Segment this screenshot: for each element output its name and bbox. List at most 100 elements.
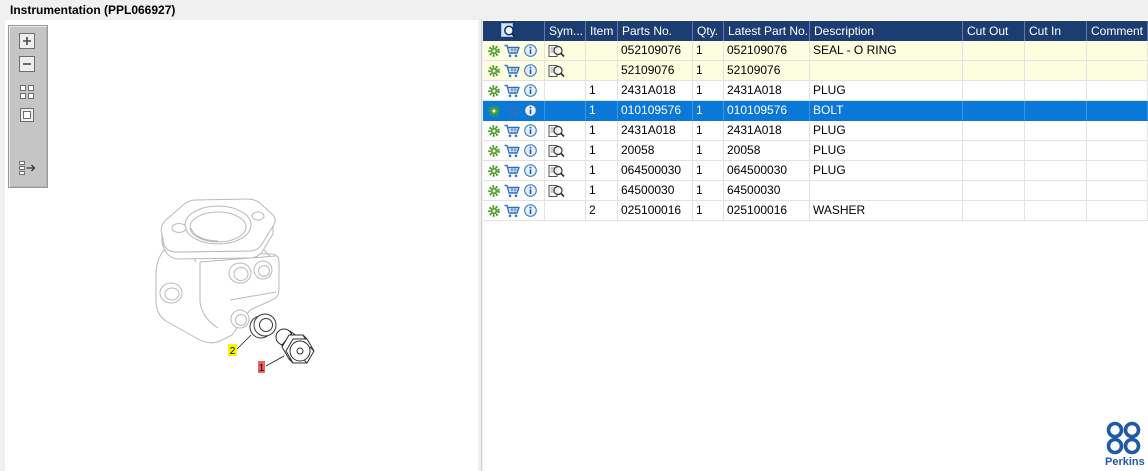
header-parts-no[interactable]: Parts No. [618,21,693,41]
latest-part-number-cell: 052109076 [724,41,810,61]
quantity-cell: 1 [693,181,724,201]
info-icon[interactable] [524,144,537,157]
latest-part-number-cell: 2431A018 [724,81,810,101]
symbol-cell [545,201,586,221]
info-icon[interactable] [524,44,537,57]
cart-icon[interactable] [504,64,520,78]
latest-part-number-cell: 64500030 [724,181,810,201]
brand-name: Perkins [1105,456,1145,468]
parts-list-panel: Sym... Item Parts No. Qty. Latest Part N… [483,20,1148,471]
cut-in-cell [1025,201,1087,221]
comment-cell [1087,201,1148,221]
fit-all-icon [20,85,34,99]
table-row[interactable]: 1 64500030 1 64500030 [483,181,1148,201]
header-comment[interactable]: Comment [1087,21,1148,41]
item-cell: 1 [586,101,618,121]
quantity-cell: 1 [693,41,724,61]
drawing-reference-icon[interactable] [548,164,565,178]
gear-icon[interactable] [488,125,500,137]
gear-icon[interactable] [488,85,500,97]
cut-in-cell [1025,141,1087,161]
info-icon[interactable] [524,204,537,217]
part-number-cell: 2431A018 [618,121,693,141]
table-header: Sym... Item Parts No. Qty. Latest Part N… [483,21,1148,41]
callout-1[interactable]: 1 [258,361,265,374]
description-cell [810,61,963,81]
comment-cell [1087,161,1148,181]
actual-size-icon [20,108,34,122]
seal-inner-hole [259,318,273,332]
table-row[interactable]: 1 20058 1 20058 PLUG [483,141,1148,161]
find-in-drawing-icon[interactable] [500,22,517,39]
leader-line-1 [265,355,285,367]
cart-icon[interactable] [504,184,520,198]
illustration-viewer[interactable]: 2 1 [5,20,478,471]
main-bore-inner [189,211,247,243]
gear-icon[interactable] [488,205,500,217]
table-row[interactable]: 2 025100016 1 025100016 WASHER [483,201,1148,221]
table-row[interactable]: 52109076 1 52109076 [483,61,1148,81]
cart-icon[interactable] [504,104,520,118]
gear-icon[interactable] [488,65,500,77]
table-row[interactable]: 1 064500030 1 064500030 PLUG [483,161,1148,181]
quantity-cell: 1 [693,101,724,121]
cart-icon[interactable] [504,164,520,178]
cart-icon[interactable] [504,84,520,98]
cart-icon[interactable] [504,144,520,158]
gear-icon[interactable] [488,145,500,157]
description-cell: WASHER [810,201,963,221]
table-row[interactable]: 1 2431A018 1 2431A018 PLUG [483,121,1148,141]
info-icon[interactable] [524,64,537,77]
table-row[interactable]: 1 2431A018 1 2431A018 PLUG [483,81,1148,101]
gear-icon[interactable] [488,185,500,197]
header-latest-part-no[interactable]: Latest Part No. [724,21,810,41]
table-row[interactable]: 052109076 1 052109076 SEAL - O RING [483,41,1148,61]
drawing-reference-icon[interactable] [548,44,565,58]
show-parts-list-button[interactable] [18,160,36,176]
callout-1-label[interactable]: 1 [259,363,265,374]
item-cell: 1 [586,141,618,161]
gear-icon[interactable] [488,45,500,57]
header-cut-out[interactable]: Cut Out [963,21,1025,41]
latest-part-number-cell: 064500030 [724,161,810,181]
info-icon[interactable] [524,84,537,97]
cart-icon[interactable] [504,124,520,138]
info-icon[interactable] [524,164,537,177]
info-icon[interactable] [524,184,537,197]
drawing-reference-icon[interactable] [548,184,565,198]
table-row[interactable]: 1 010109576 1 010109576 BOLT [483,101,1148,121]
header-actions[interactable] [483,21,545,41]
callout-2-label[interactable]: 2 [230,346,236,357]
zoom-in-button[interactable] [19,33,35,49]
cart-icon[interactable] [504,204,520,218]
cut-in-cell [1025,101,1087,121]
cut-out-cell [963,201,1025,221]
latest-part-number-cell: 2431A018 [724,121,810,141]
o-ring-seal-drawing[interactable] [249,313,277,339]
callout-2[interactable]: 2 [228,344,237,357]
header-symbol[interactable]: Sym... [545,21,586,41]
header-cut-in[interactable]: Cut In [1025,21,1087,41]
cart-icon[interactable] [504,44,520,58]
gear-icon[interactable] [488,105,500,117]
drawing-reference-icon[interactable] [548,144,565,158]
cut-out-cell [963,121,1025,141]
info-icon[interactable] [524,124,537,137]
comment-cell [1087,181,1148,201]
drawing-reference-icon[interactable] [548,124,565,138]
cut-out-cell [963,101,1025,121]
actual-size-button[interactable] [19,107,35,123]
fit-all-button[interactable] [19,84,35,100]
header-qty[interactable]: Qty. [693,21,724,41]
drawing-reference-icon[interactable] [548,64,565,78]
panel-splitter[interactable] [481,20,482,471]
front-port-a-bore [233,267,249,281]
parts-illustration[interactable]: 2 1 [5,20,478,471]
gear-icon[interactable] [488,165,500,177]
plug-drawing[interactable] [275,328,315,364]
zoom-out-button[interactable] [19,56,35,72]
quantity-cell: 1 [693,61,724,81]
info-icon[interactable] [524,104,537,117]
header-description[interactable]: Description [810,21,963,41]
header-item[interactable]: Item [586,21,618,41]
